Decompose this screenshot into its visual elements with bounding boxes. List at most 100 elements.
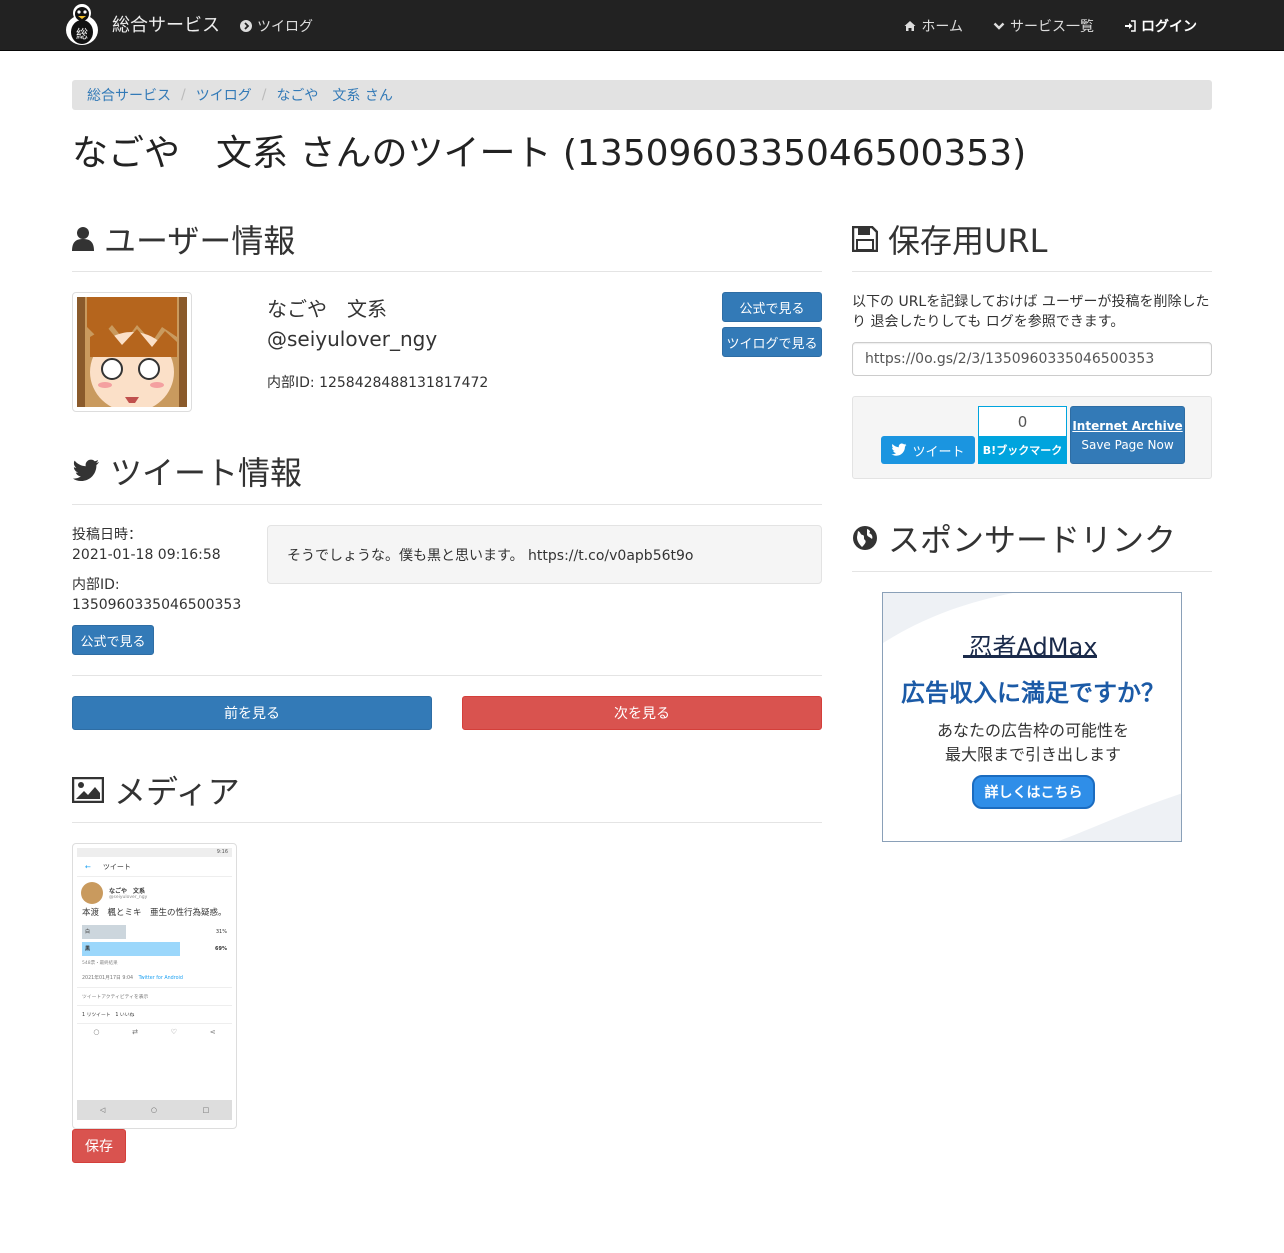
tweet-view-official-button[interactable]: 公式で見る [72,625,154,655]
nav-home-link[interactable]: ホーム [904,16,963,36]
android-home-icon: ○ [150,1106,157,1114]
media-heading-text: メディア [114,773,240,811]
avatar [72,292,192,412]
breadcrumb: 総合サービス / ツイログ / なごや 文系 さん [72,80,1212,110]
archive-title: Internet Archive [1072,418,1183,433]
brand-text: 総合サービス [112,15,220,36]
tweet-info-heading: ツイート情報 [72,448,302,494]
phone-status-time: 9:16 [216,849,228,855]
phone-actions: ○ ⇄ ♡ ⋖ [77,1024,232,1040]
poll-percent: 69% [215,946,227,952]
phone-status-bar: 9:16 [77,848,232,857]
divider [852,571,1212,572]
floppy-disk-icon [852,226,878,252]
save-media-button[interactable]: 保存 [72,1129,126,1163]
user-info-heading: ユーザー情報 [72,216,295,262]
poll-percent: 31% [215,929,227,935]
nav-tsuilog-link[interactable]: ツイログ [240,16,313,36]
nav-right: ホーム サービス一覧 ログイン [874,16,1197,36]
sponsor-heading: スポンサードリンク [852,515,1176,561]
tweet-internal-id-value: 1350960335046500353 [72,597,242,613]
save-url-input[interactable] [852,342,1212,376]
twitter-bird-icon [72,459,99,481]
user-internal-id: 内部ID: 1258428488131817472 [267,375,489,391]
tweet-share-button[interactable]: ツイート [881,436,975,464]
ad-line-1: あなたの広告枠の可能性を [936,721,1129,740]
svg-text:総: 総 [76,27,88,41]
archive-subtitle: Save Page Now [1081,437,1174,452]
phone-poll: 白 31% 黒 69% 548票・最終結果 [77,921,232,966]
share-buttons-panel: ツイート 0 B!ブックマーク Internet Archive Save Pa… [852,396,1212,479]
penguin-logo-icon: 総 [62,2,102,46]
phone-stats: 1 リツイート 1 いいね [77,1006,232,1024]
poll-bar: 白 [82,925,126,939]
breadcrumb-separator: / [181,87,186,103]
phone-activity: ツイートアクティビティを表示 [77,988,232,1006]
poll-label: 黒 [85,946,91,952]
nav-tsuilog-label: ツイログ [257,19,313,35]
divider [852,271,1212,272]
android-back-icon: ◁ [99,1106,106,1114]
twitter-bird-icon [891,443,907,456]
internet-archive-button[interactable]: Internet Archive Save Page Now [1070,406,1185,464]
media-heading: メディア [72,767,240,813]
phone-tweet-body: 本渡 楓とミキ 亜生の性行為疑惑。 [82,908,227,918]
back-arrow-icon: ← [85,862,91,871]
prev-tweet-button[interactable]: 前を見る [72,696,432,730]
breadcrumb-item-tsuilog[interactable]: ツイログ [196,85,252,105]
nav-login-label: ログイン [1141,19,1197,35]
save-url-heading-text: 保存用URL [888,222,1048,260]
reply-icon: ○ [93,1028,100,1036]
nav-services-label: サービス一覧 [1010,19,1094,35]
top-navbar: 総 総合サービス ツイログ ホーム サービス一覧 ログイン [0,0,1284,51]
android-recents-icon: □ [202,1106,210,1114]
posted-at-label: 投稿日時： [72,527,142,543]
phone-tweet-client: Twitter for Android [138,976,183,981]
user-handle: @seiyulover_ngy [267,327,438,351]
divider [72,822,822,823]
poll-option: 白 31% [82,925,227,939]
breadcrumb-item-user[interactable]: なごや 文系 さん [276,85,392,105]
tweet-share-label: ツイート [912,444,965,460]
like-icon: ♡ [170,1028,178,1036]
user-name-block: なごや 文系 @seiyulover_ngy [267,294,437,354]
user-view-tsuilog-button[interactable]: ツイログで見る [722,327,822,357]
chevron-down-icon [993,22,1005,30]
next-tweet-button[interactable]: 次を見る [462,696,822,730]
globe-icon [853,526,877,550]
hatena-bookmark-widget[interactable]: 0 B!ブックマーク [978,406,1067,464]
user-display-name: なごや 文系 [267,297,387,321]
tweet-internal-id-label: 内部ID: [72,577,120,593]
image-icon [72,777,104,803]
nav-login-link[interactable]: ログイン [1124,16,1197,36]
breadcrumb-item-home[interactable]: 総合サービス [87,85,171,105]
avatar-image [77,297,187,407]
admax-ad-banner[interactable]: 忍者AdMax 広告収入に満足ですか？ あなたの広告枠の可能性を 最大限まで引き… [882,592,1182,842]
hatena-bookmark-count: 0 [978,406,1067,436]
user-view-official-button[interactable]: 公式で見る [722,292,822,322]
ad-cta-button[interactable]: 詳しくはこちら [972,775,1095,809]
poll-option: 黒 69% [82,942,227,956]
ad-brand-underline [963,655,1097,658]
phone-nav-bar: ◁ ○ □ [77,1100,232,1120]
tweet-info-heading-text: ツイート情報 [110,454,303,492]
share-icon: ⋖ [209,1028,216,1036]
tweet-text: そうでしょうな。僕も黒と思います。 https://t.co/v0apb56t9… [287,548,694,564]
media-thumbnail[interactable]: 9:16 ← ツイート なごや 文系 @seiyulover_ngy 本渡 楓と… [72,843,237,1129]
phone-user-row: なごや 文系 @seiyulover_ngy [77,877,232,906]
divider [72,271,822,272]
nav-home-label: ホーム [921,19,963,35]
tweet-screenshot-image: 9:16 ← ツイート なごや 文系 @seiyulover_ngy 本渡 楓と… [77,848,232,1124]
phone-header-title: ツイート [102,862,131,871]
phone-user-handle: @seiyulover_ngy [109,895,148,900]
user-icon [72,227,94,251]
save-url-heading: 保存用URL [852,216,1048,262]
nav-services-link[interactable]: サービス一覧 [993,16,1094,36]
hatena-bookmark-button[interactable]: B!ブックマーク [978,436,1067,464]
ad-headline: 広告収入に満足ですか？ [901,679,1165,707]
phone-tweet-date: 2021年01月17日 9:04 [82,976,134,981]
retweet-icon: ⇄ [132,1028,139,1036]
brand-link[interactable]: 総 総合サービス [62,2,220,46]
phone-avatar [81,882,103,904]
phone-header: ← ツイート [77,857,232,877]
